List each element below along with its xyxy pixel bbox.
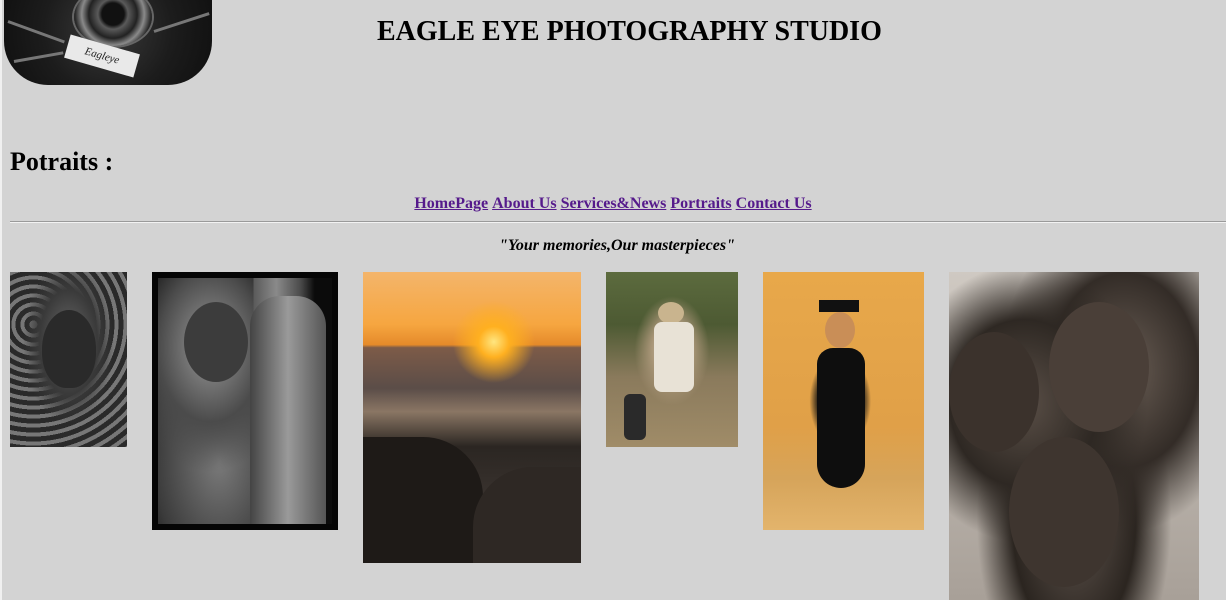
photo-face [1009,437,1119,587]
horizontal-rule [10,221,1226,223]
page: Eagleye EAGLE EYE PHOTOGRAPHY STUDIO Pot… [0,0,1226,600]
logo-streak [13,51,64,63]
nav-link-about-us[interactable]: About Us [492,195,556,212]
section-title: Potraits : [10,147,114,176]
logo-streak [7,20,65,44]
main-nav: HomePage About Us Services&News Portraits Co… [0,195,1226,213]
photo-rocks [363,437,483,563]
page-edge [0,0,2,600]
photo-chained-portrait[interactable] [10,272,127,447]
photo-guitar-case [624,394,646,440]
site-title: EAGLE EYE PHOTOGRAPHY STUDIO [377,16,882,47]
nav-link-homepage[interactable]: HomePage [414,195,488,212]
photo-rocks [473,467,581,563]
photo-face [184,302,248,382]
studio-logo: Eagleye [4,0,212,85]
nav-link-services-news[interactable]: Services&News [561,195,667,212]
nav-link-contact-us[interactable]: Contact Us [736,195,812,212]
photo-face [825,312,855,348]
photo-laughing-friends[interactable] [949,272,1199,600]
photo-figure [654,322,694,392]
photo-cap [819,300,859,312]
photo-face [1049,302,1149,432]
photo-drum [250,296,326,524]
photo-graduate-portrait[interactable] [763,272,924,530]
photo-child-with-drum[interactable] [152,272,338,530]
photo-face [949,332,1039,452]
nav-link-portraits[interactable]: Portraits [670,195,731,212]
photo-dress [817,348,865,488]
photo-sunset-seascape[interactable] [363,272,581,563]
photo-woman-reading-outdoors[interactable] [606,272,738,447]
photo-face [42,310,96,388]
logo-streak [153,12,210,33]
tagline: "Your memories,Our masterpieces" [499,237,735,254]
photo-hat [658,302,684,324]
